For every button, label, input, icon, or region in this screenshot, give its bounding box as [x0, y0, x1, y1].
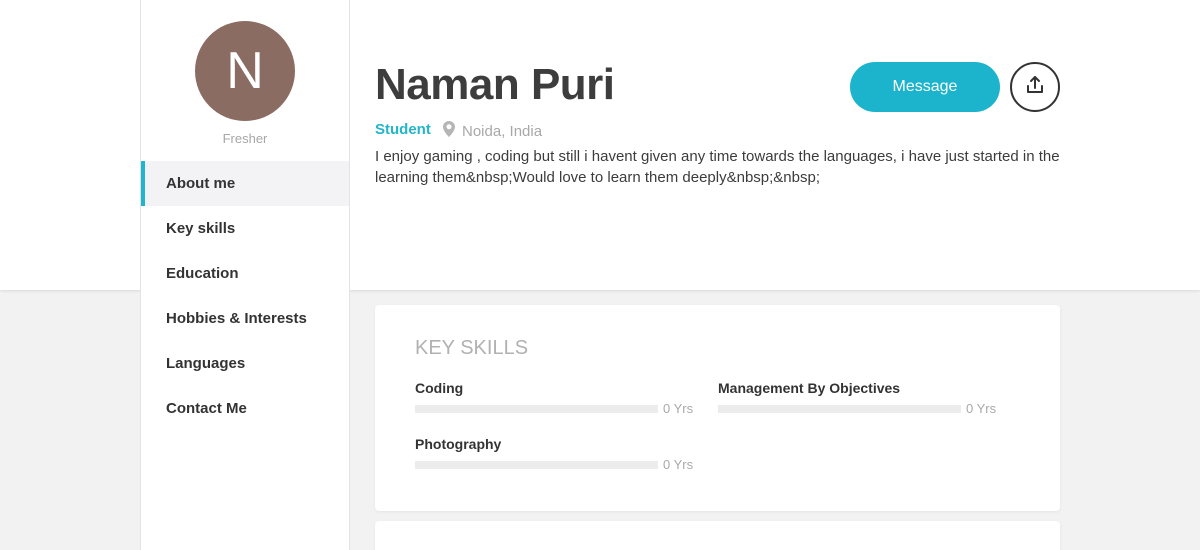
sidebar-nav: About me Key skills Education Hobbies & … — [141, 161, 349, 431]
skill-item: Coding 0 Yrs — [415, 380, 695, 416]
skill-item: Photography 0 Yrs — [415, 436, 695, 472]
message-button[interactable]: Message — [850, 62, 1000, 112]
sidebar-item-hobbies-interests[interactable]: Hobbies & Interests — [141, 296, 349, 341]
skill-name: Management By Objectives — [718, 380, 901, 396]
next-section-card — [375, 521, 1060, 550]
key-skills-title: KEY SKILLS — [415, 337, 529, 359]
sidebar-item-contact-me[interactable]: Contact Me — [141, 386, 349, 431]
map-pin-icon — [443, 121, 455, 141]
share-upload-icon — [1025, 75, 1045, 100]
sidebar-item-education[interactable]: Education — [141, 251, 349, 296]
about-text: I enjoy gaming , coding but still i have… — [375, 148, 1060, 186]
skill-bar — [415, 404, 658, 413]
skill-years: 0 Yrs — [966, 401, 997, 416]
skill-years: 0 Yrs — [663, 457, 694, 472]
sidebar-item-key-skills[interactable]: Key skills — [141, 206, 349, 251]
key-skills-card: KEY SKILLS Coding 0 Yrs Management By Ob… — [375, 305, 1060, 511]
sidebar: N Fresher About me Key skills Education … — [140, 0, 350, 550]
avatar: N — [195, 21, 295, 121]
share-button[interactable] — [1010, 62, 1060, 112]
skill-bar — [718, 404, 961, 413]
location-text: Noida, India — [462, 122, 543, 140]
sidebar-item-about-me[interactable]: About me — [141, 161, 349, 206]
profile-name: Naman Puri — [375, 60, 615, 109]
skill-name: Coding — [415, 380, 464, 396]
skill-bar — [415, 460, 658, 469]
profile-role: Student — [375, 121, 431, 138]
skill-name: Photography — [415, 436, 502, 452]
experience-status: Fresher — [222, 131, 268, 146]
skill-years: 0 Yrs — [663, 401, 694, 416]
skill-item: Management By Objectives 0 Yrs — [718, 380, 998, 416]
sidebar-item-languages[interactable]: Languages — [141, 341, 349, 386]
profile-location: Noida, India — [443, 121, 542, 141]
